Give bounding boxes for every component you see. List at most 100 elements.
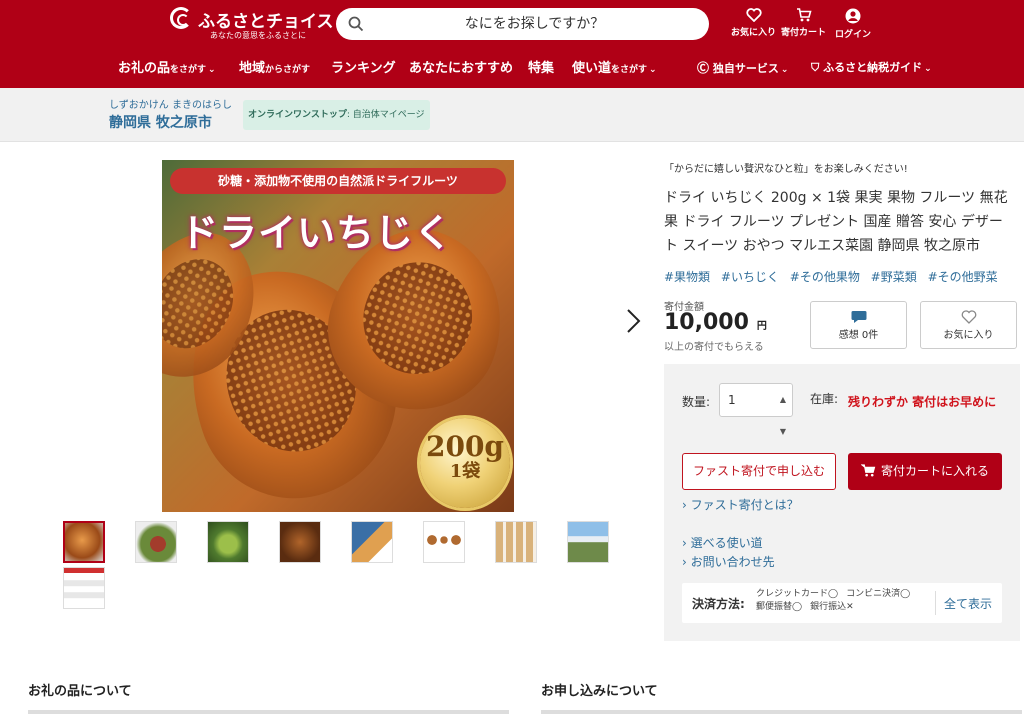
thumbnail[interactable] <box>63 521 105 563</box>
nav-services-label: 独自サービス <box>712 62 779 75</box>
nav-ranking[interactable]: ランキング <box>331 57 396 76</box>
divider <box>935 591 936 615</box>
thumbnail[interactable] <box>207 521 249 563</box>
choice-c-icon: Ⓒ <box>697 61 710 75</box>
product-catchphrase: 「からだに嬉しい贅沢なひと粒」をお楽しみください! <box>664 164 908 175</box>
favorite-button[interactable]: お気に入り <box>920 301 1017 349</box>
payment-method: クレジットカード◯ <box>756 589 839 599</box>
user-icon <box>845 8 861 24</box>
contact-link[interactable]: › お問い合わせ先 <box>682 553 775 570</box>
thumbnail[interactable] <box>423 521 465 563</box>
add-to-cart-label: 寄付カートに入れる <box>880 464 989 478</box>
heart-icon <box>961 310 976 324</box>
thumbnail[interactable] <box>351 521 393 563</box>
municipality-name[interactable]: 静岡県 牧之原市 <box>109 112 212 132</box>
weight-seal: 200g 1袋 <box>420 418 510 508</box>
image-title: ドライいちじく <box>180 211 454 255</box>
thumbnail[interactable] <box>495 521 537 563</box>
fast-donate-button[interactable]: ファスト寄付で申し込む <box>682 453 836 490</box>
section-title-about: お礼の品について <box>28 684 132 699</box>
section-title-apply: お申し込みについて <box>541 684 658 699</box>
search-input[interactable] <box>372 8 697 40</box>
divider <box>541 710 1022 714</box>
chevron-down-icon: ⌄ <box>924 64 932 74</box>
tag-link[interactable]: #その他果物 <box>790 270 860 284</box>
nav-features-label: 特集 <box>528 61 555 76</box>
payment-method: 銀行振込✕ <box>810 602 854 612</box>
spinner-icon: ▲ ▼ <box>779 395 786 436</box>
nav-ranking-label: ランキング <box>331 61 396 76</box>
quantity-label: 数量: <box>682 395 711 409</box>
tag-list: #果物類 #いちじく #その他果物 #野菜類 #その他野菜 <box>664 268 1005 285</box>
onestop-badge[interactable]: オンラインワンストップ: 自治体マイページ <box>243 100 430 130</box>
logo-mark-icon <box>170 7 192 29</box>
amount-note: 以上の寄付でもらえる <box>664 342 764 353</box>
tag-link[interactable]: #野菜類 <box>871 270 917 284</box>
favorites-label: お気に入り <box>731 28 777 38</box>
chevron-down-icon: ⌄ <box>780 65 789 75</box>
add-to-cart-button[interactable]: 寄付カートに入れる <box>848 453 1002 490</box>
payment-method-list: クレジットカード◯ コンビニ決済◯ 郵便振替◯ 銀行振込✕ <box>756 588 946 614</box>
search-icon <box>348 16 364 32</box>
nav-recommend-label: あなたにおすすめ <box>409 61 514 76</box>
nav-features[interactable]: 特集 <box>528 57 554 76</box>
logo-tagline: あなたの意思をふるさとに <box>210 31 306 40</box>
onestop-bold: オンラインワンストップ <box>248 110 347 120</box>
quantity-select[interactable]: 1 ▲ ▼ <box>719 383 793 436</box>
seal-bags: 1袋 <box>449 461 481 482</box>
favorite-label: お気に入り <box>943 330 994 341</box>
login-label: ログイン <box>835 30 872 40</box>
product-title: ドライ いちじく 200g × 1袋 果実 果物 フルーツ 無花果 ドライ フル… <box>664 190 1008 254</box>
onestop-rest: : 自治体マイページ <box>346 110 425 120</box>
nav-guide[interactable]: ⛉ ふるさと納税ガイド ⌄ <box>811 59 932 75</box>
stock-label: 在庫: <box>810 392 839 406</box>
amount-value: 10,000 <box>664 310 749 335</box>
nav-region[interactable]: 地域からさがす <box>239 57 310 76</box>
login-button[interactable]: ログイン <box>835 8 871 40</box>
donation-amount: 10,000 円 <box>664 310 767 335</box>
cart-label: 寄付カート <box>781 28 827 38</box>
nav-region-sub: からさがす <box>265 65 311 75</box>
nav-uses[interactable]: 使い道をさがす ⌄ <box>572 57 657 76</box>
thumbnail[interactable] <box>567 521 609 563</box>
heart-icon <box>745 8 762 22</box>
payment-methods-box: 決済方法: クレジットカード◯ コンビニ決済◯ 郵便振替◯ 銀行振込✕ 全て表示 <box>682 583 1002 623</box>
chevron-down-icon: ⌄ <box>649 65 657 75</box>
nav-gifts-label: お礼の品 <box>118 61 171 76</box>
search-bar[interactable] <box>336 8 709 40</box>
cart-icon <box>860 464 876 477</box>
tag-link[interactable]: #その他野菜 <box>928 270 998 284</box>
tag-link[interactable]: #いちじく <box>721 270 779 284</box>
favorites-button[interactable]: お気に入り <box>731 8 776 38</box>
payment-label: 決済方法: <box>692 597 745 611</box>
order-panel: 数量: 1 ▲ ▼ 在庫: 残りわずか 寄付はお早めに ファスト寄付で申し込む 寄… <box>664 364 1020 641</box>
quantity-value: 1 <box>728 393 736 407</box>
thumbnail[interactable] <box>279 521 321 563</box>
nav-uses-sub: をさがす <box>611 65 648 75</box>
fast-donate-info-link[interactable]: › ファスト寄付とは？ <box>682 496 799 513</box>
nav-services[interactable]: Ⓒ 独自サービス ⌄ <box>697 59 788 76</box>
municipality-kana: しずおかけん まきのはらし <box>109 100 232 111</box>
payment-method: コンビニ決済◯ <box>846 589 911 599</box>
impressions-label: 感想 0件 <box>838 330 879 341</box>
product-main-image[interactable]: 砂糖・添加物不使用の自然派ドライフルーツ ドライいちじく 200g 1袋 <box>162 160 514 512</box>
nav-gifts-sub: をさがす <box>170 65 207 75</box>
next-image-arrow-icon[interactable] <box>622 306 644 336</box>
impressions-button[interactable]: 感想 0件 <box>810 301 907 349</box>
nav-gifts[interactable]: お礼の品をさがす ⌄ <box>118 57 216 76</box>
show-all-payments-link[interactable]: 全て表示 <box>944 595 992 612</box>
nav-guide-label: ふるさと納税ガイド <box>823 61 923 74</box>
thumbnail[interactable] <box>135 521 177 563</box>
image-banner: 砂糖・添加物不使用の自然派ドライフルーツ <box>170 168 506 194</box>
thumbnail[interactable] <box>63 567 105 609</box>
uses-link[interactable]: › 選べる使い道 <box>682 534 763 551</box>
tag-link[interactable]: #果物類 <box>664 270 710 284</box>
cart-button[interactable]: 寄付カート <box>781 8 826 38</box>
logo-title: ふるさとチョイス <box>198 12 334 32</box>
cart-icon <box>796 8 812 22</box>
nav-recommend[interactable]: あなたにおすすめ <box>409 57 513 76</box>
municipality-bar: しずおかけん まきのはらし 静岡県 牧之原市 オンラインワンストップ: 自治体マ… <box>0 88 1024 142</box>
divider <box>28 710 509 714</box>
amount-unit: 円 <box>756 321 767 332</box>
chevron-down-icon: ⌄ <box>208 65 216 75</box>
